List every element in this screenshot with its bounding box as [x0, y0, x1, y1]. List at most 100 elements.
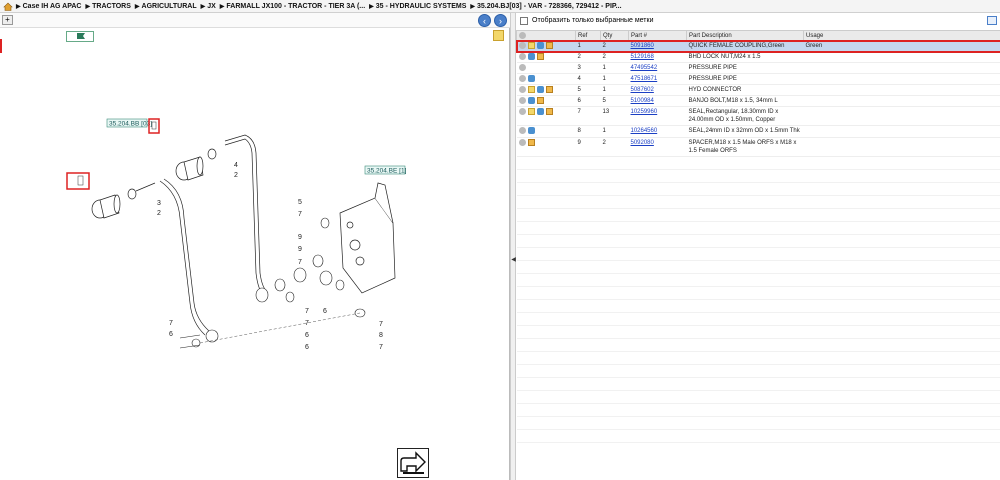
row-icons: [516, 62, 576, 75]
cell-ref: 9: [575, 137, 601, 157]
callout-1-highlight-b[interactable]: [66, 172, 90, 190]
link-icon[interactable]: [536, 86, 544, 94]
row-icons: [516, 84, 576, 97]
table-row[interactable]: 3 1 47495542 PRESSURE PIPE: [516, 62, 1000, 75]
part-number-link[interactable]: 5087602: [631, 87, 654, 93]
note-icon[interactable]: [527, 42, 535, 49]
link-icon[interactable]: [536, 42, 544, 49]
cell-qty: 13: [600, 106, 629, 127]
info-icon[interactable]: [518, 75, 526, 83]
cell-description: SPACER,M18 x 1.5 Male ORFS x M18 x 1.5 F…: [686, 137, 804, 157]
breadcrumb-item[interactable]: ▶ JX: [201, 3, 216, 10]
plus-icon[interactable]: +: [2, 15, 13, 25]
row-icons: [516, 106, 576, 127]
link-icon[interactable]: [536, 108, 544, 116]
svg-text:3: 3: [157, 200, 161, 207]
row-icons: [516, 137, 576, 157]
prev-arrow-icon[interactable]: ‹: [478, 14, 491, 27]
box-icon[interactable]: [545, 86, 553, 94]
breadcrumb-item[interactable]: ▶ 35 - HYDRAULIC SYSTEMS: [369, 3, 466, 10]
part-number-link[interactable]: 5129168: [631, 54, 654, 60]
box-icon[interactable]: [536, 53, 544, 61]
row-icons: [516, 95, 576, 108]
link-icon[interactable]: [527, 127, 535, 135]
part-number-link[interactable]: 5092080: [631, 140, 654, 146]
info-icon[interactable]: [518, 53, 526, 61]
next-page-icon[interactable]: [397, 448, 429, 478]
svg-text:6: 6: [305, 344, 309, 351]
empty-row: [516, 390, 1000, 404]
empty-row: [516, 234, 1000, 248]
empty-row: [516, 182, 1000, 196]
cell-usage: [803, 62, 1000, 75]
box-icon[interactable]: [527, 138, 535, 146]
part-number-link[interactable]: 5091860: [631, 43, 654, 49]
column-header-ref[interactable]: Ref: [575, 30, 601, 41]
part-number-link[interactable]: 47495542: [631, 65, 658, 71]
cell-qty: 5: [600, 95, 629, 108]
cell-ref: 5: [575, 84, 601, 97]
info-icon[interactable]: [518, 138, 526, 146]
note-icon[interactable]: [493, 30, 504, 41]
cell-ref: 2: [575, 51, 601, 64]
quick-coupling-right: [175, 148, 217, 181]
cell-usage: [803, 125, 1000, 138]
breadcrumb-item[interactable]: ▶ FARMALL JX100 - TRACTOR - TIER 3A (...: [220, 3, 365, 10]
box-icon[interactable]: [545, 108, 553, 116]
svg-text:7: 7: [379, 344, 383, 351]
link-icon[interactable]: [527, 75, 535, 83]
table-row[interactable]: 8 1 10264560 SEAL,24mm ID x 32mm OD x 1.5mm…: [516, 125, 1000, 138]
cell-part: 10259960: [628, 106, 687, 127]
svg-text:8: 8: [379, 332, 383, 339]
column-header-description[interactable]: Part Description: [686, 30, 804, 41]
note-icon[interactable]: [527, 108, 535, 116]
breadcrumb-item[interactable]: ▶ Case IH AG APAC: [16, 3, 82, 10]
part-number-link[interactable]: 5100984: [631, 98, 654, 104]
box-icon[interactable]: [545, 42, 553, 49]
svg-text:2: 2: [234, 172, 238, 179]
part-number-link[interactable]: 47518671: [631, 76, 658, 82]
box-icon[interactable]: [536, 97, 544, 105]
home-icon[interactable]: [3, 2, 13, 11]
flag-icon[interactable]: [66, 31, 94, 42]
next-arrow-icon[interactable]: ›: [494, 14, 507, 27]
breadcrumb-item[interactable]: ▶ AGRICULTURAL: [135, 3, 197, 10]
table-row[interactable]: 2 2 5129168 BHD LOCK NUT,M24 x 1.5: [516, 51, 1000, 64]
svg-text:6: 6: [323, 308, 327, 315]
export-icon[interactable]: [987, 16, 997, 25]
info-icon[interactable]: [518, 86, 526, 94]
info-icon[interactable]: [518, 97, 526, 105]
info-icon[interactable]: [518, 108, 526, 116]
info-icon[interactable]: [518, 64, 526, 72]
empty-row: [516, 429, 1000, 443]
table-row[interactable]: 5 1 5087602 HYD CONNECTOR: [516, 84, 1000, 97]
link-icon[interactable]: [527, 97, 535, 105]
table-row[interactable]: 9 2 5092080 SPACER,M18 x 1.5 Male ORFS x M1…: [516, 137, 1000, 157]
show-selected-only-checkbox[interactable]: [520, 16, 528, 25]
link-icon[interactable]: [527, 53, 535, 61]
column-header-qty[interactable]: Qty: [600, 30, 629, 41]
part-number-link[interactable]: 10259960: [631, 109, 658, 115]
part-number-link[interactable]: 10264560: [631, 128, 658, 134]
info-icon[interactable]: [518, 42, 526, 49]
empty-row: [516, 286, 1000, 300]
row-icons: [516, 40, 576, 53]
table-row[interactable]: 4 1 47518671 PRESSURE PIPE: [516, 73, 1000, 86]
breadcrumb-item[interactable]: ▶ TRACTORS: [86, 3, 131, 10]
cell-part: 10264560: [628, 125, 687, 138]
cell-part: 47495542: [628, 62, 687, 75]
table-row[interactable]: 1 2 5091860 QUICK FEMALE COUPLING,Green Gree…: [515, 39, 1000, 53]
cell-usage: [803, 137, 1000, 157]
table-row[interactable]: 6 5 5100984 BANJO BOLT,M18 x 1.5, 34mm L: [516, 95, 1000, 108]
breadcrumb-item-current: ▶ 35.204.BJ[03] - VAR - 728366, 729412 - …: [470, 2, 622, 10]
table-row[interactable]: 7 13 10259960 SEAL,Rectangular, 18.30mm ID …: [516, 106, 1000, 127]
empty-row: [516, 351, 1000, 365]
ref-link-35-204-bb[interactable]: 35.204.BB [03]: [106, 118, 152, 128]
ref-link-35-204-be[interactable]: 35.204.BE [1]: [364, 165, 407, 175]
breadcrumb: ▶ Case IH AG APAC ▶ TRACTORS ▶ AGRICULTURAL…: [0, 0, 1000, 13]
note-icon[interactable]: [527, 86, 535, 94]
column-header-usage[interactable]: Usage: [803, 30, 1000, 41]
column-header-part[interactable]: Part #: [628, 30, 687, 41]
info-icon[interactable]: [518, 127, 526, 135]
cell-qty: 2: [600, 137, 629, 157]
